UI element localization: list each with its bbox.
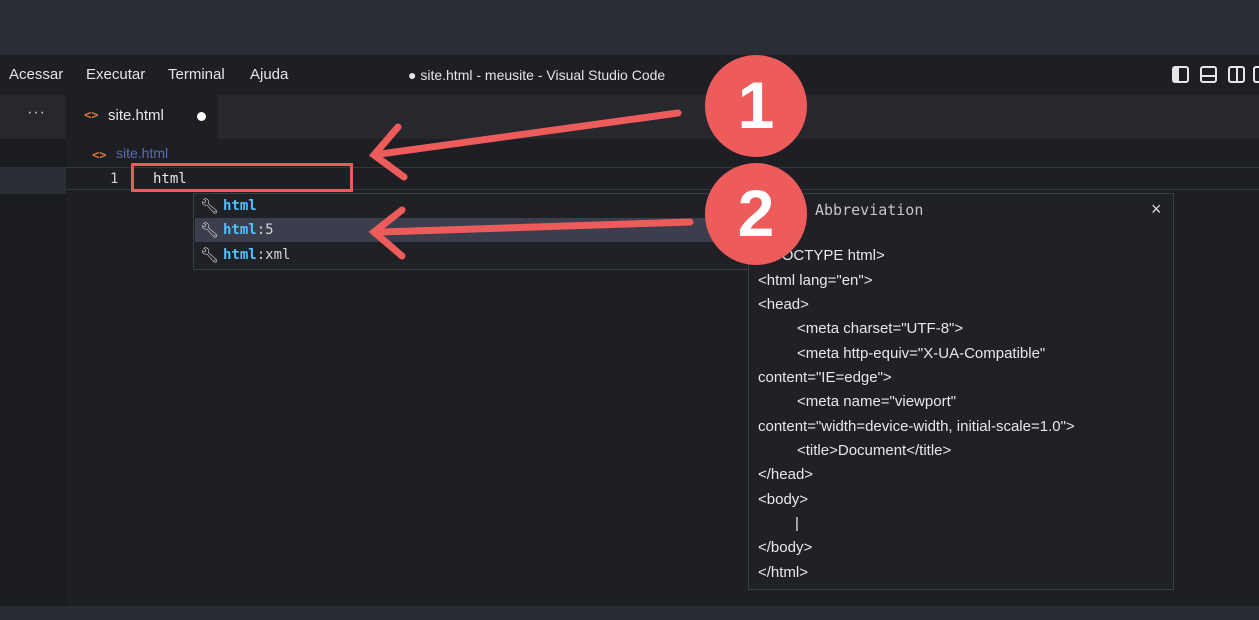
annotation-badge-2: 2 (705, 163, 807, 265)
annotation-arrows (368, 109, 694, 260)
badge-number: 1 (737, 68, 775, 142)
bottom-strip (0, 606, 1259, 620)
badge-number: 2 (737, 176, 775, 250)
arrow-1-shaft (376, 109, 682, 158)
annotation-badge-1: 1 (705, 55, 807, 157)
arrow-2-shaft (376, 218, 694, 236)
